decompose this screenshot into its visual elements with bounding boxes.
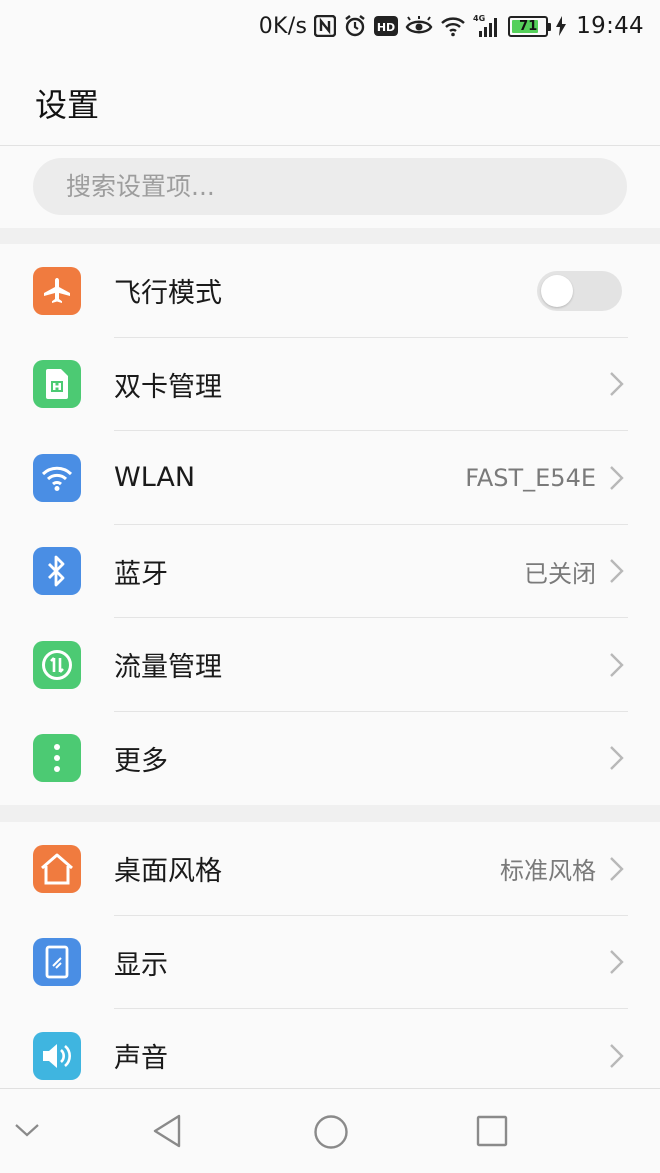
settings-group-connectivity: 飞行模式 双卡管理 WLAN FAST_E54E 蓝牙 已关闭 流量管理 更多 xyxy=(0,244,660,805)
settings-item-label: WLAN xyxy=(114,462,196,494)
chevron-right-icon xyxy=(610,465,624,490)
battery-level: 71 xyxy=(519,18,538,34)
chevron-right-icon xyxy=(610,559,624,584)
display-icon xyxy=(33,938,81,987)
settings-group-personalization: 桌面风格 标准风格 显示 声音 xyxy=(0,822,660,1103)
network-type: 4G xyxy=(473,14,485,23)
settings-screen: 0K/s HD 4G 71 19:44 设置 搜索设置项... 飞行模式 双卡管… xyxy=(0,0,660,1173)
settings-item-dual-sim[interactable]: 双卡管理 xyxy=(0,338,660,431)
home-style-value: 标准风格 xyxy=(500,857,596,886)
status-bar: 0K/s HD 4G 71 19:44 xyxy=(0,0,660,52)
chevron-right-icon xyxy=(610,1043,624,1068)
hd-icon: HD xyxy=(374,15,399,37)
alarm-icon xyxy=(343,14,367,38)
section-gap xyxy=(0,228,660,244)
eye-comfort-icon xyxy=(405,15,433,37)
bluetooth-icon xyxy=(33,547,81,596)
page-title: 设置 xyxy=(35,86,100,124)
settings-item-display[interactable]: 显示 xyxy=(0,916,660,1009)
svg-text:HD: HD xyxy=(377,21,395,34)
sound-icon xyxy=(33,1031,81,1080)
settings-item-wlan[interactable]: WLAN FAST_E54E xyxy=(0,431,660,525)
section-gap xyxy=(0,805,660,822)
charging-icon xyxy=(555,15,567,37)
app-bar: 设置 xyxy=(0,52,660,146)
navigation-bar xyxy=(0,1088,660,1173)
settings-item-data-usage[interactable]: 流量管理 xyxy=(0,618,660,712)
search-input[interactable] xyxy=(33,158,627,215)
bluetooth-status: 已关闭 xyxy=(524,559,596,588)
battery-icon: 71 xyxy=(508,15,552,37)
wifi-icon xyxy=(440,15,466,37)
wlan-network-name: FAST_E54E xyxy=(465,463,596,492)
recents-icon[interactable] xyxy=(476,1115,508,1147)
chevron-right-icon xyxy=(610,856,624,881)
chevron-right-icon xyxy=(610,950,624,975)
chevron-right-icon xyxy=(610,746,624,771)
search-area xyxy=(0,146,660,228)
home-icon xyxy=(33,844,81,893)
settings-item-label: 飞行模式 xyxy=(114,278,222,310)
sim-card-icon xyxy=(33,360,81,409)
settings-item-label: 显示 xyxy=(114,949,168,981)
chevron-right-icon xyxy=(610,372,624,397)
clock: 19:44 xyxy=(576,13,644,39)
settings-item-label: 声音 xyxy=(114,1043,168,1075)
wifi-icon xyxy=(33,453,81,502)
chevron-right-icon xyxy=(610,652,624,677)
settings-item-airplane-mode[interactable]: 飞行模式 xyxy=(0,244,660,338)
more-dots-icon xyxy=(33,734,81,783)
data-usage-icon xyxy=(33,640,81,689)
airplane-icon xyxy=(33,266,81,315)
collapse-icon[interactable] xyxy=(14,1122,40,1138)
settings-item-label: 流量管理 xyxy=(114,652,222,684)
settings-item-bluetooth[interactable]: 蓝牙 已关闭 xyxy=(0,525,660,618)
settings-item-label: 蓝牙 xyxy=(114,558,168,590)
net-speed: 0K/s xyxy=(258,13,308,39)
airplane-mode-toggle[interactable] xyxy=(537,270,622,311)
settings-item-home-style[interactable]: 桌面风格 标准风格 xyxy=(0,822,660,916)
nfc-icon xyxy=(314,15,337,37)
home-circle-icon[interactable] xyxy=(313,1114,349,1150)
settings-item-label: 桌面风格 xyxy=(114,856,222,888)
cell-signal-icon: 4G xyxy=(473,13,501,39)
settings-item-label: 双卡管理 xyxy=(114,371,222,403)
back-icon[interactable] xyxy=(151,1113,183,1149)
settings-item-more[interactable]: 更多 xyxy=(0,712,660,806)
settings-item-label: 更多 xyxy=(114,745,168,777)
